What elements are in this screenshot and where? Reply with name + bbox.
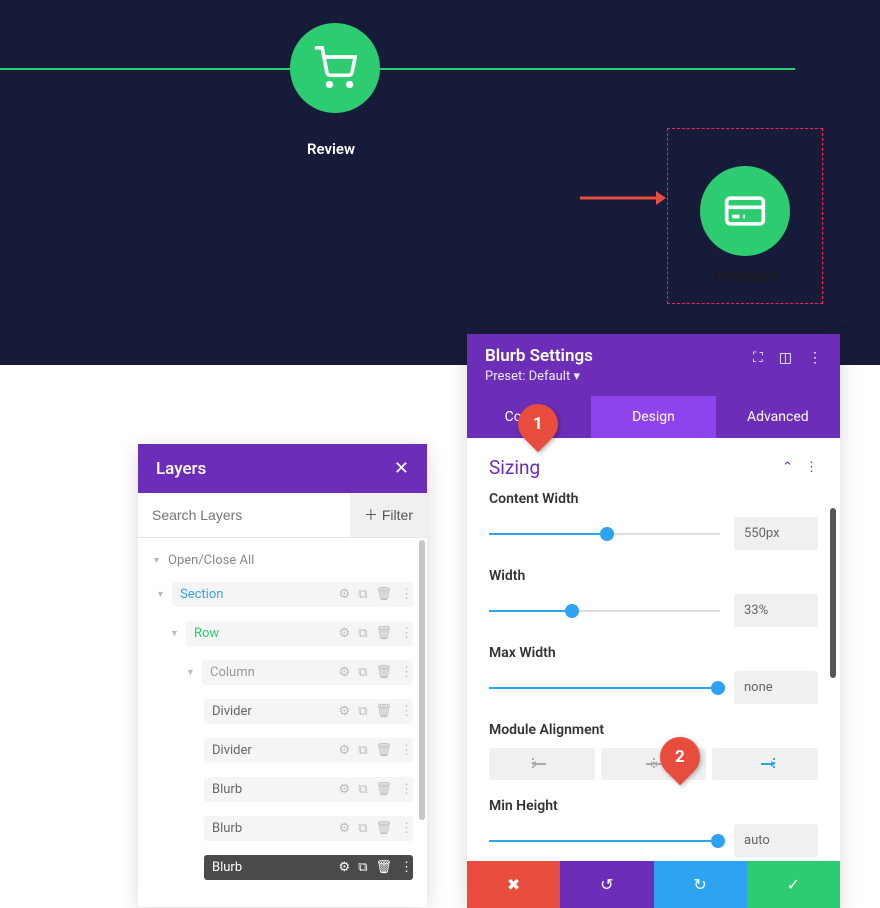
trash-icon[interactable]: 🗑 <box>375 782 392 797</box>
duplicate-icon[interactable]: ⧉ <box>358 626 367 641</box>
gear-icon[interactable]: ⚙ <box>339 704 351 719</box>
max-width-control: Max Width none <box>489 645 818 704</box>
selected-module-outline[interactable]: Checkout <box>667 128 823 304</box>
checkout-label: Checkout <box>713 267 777 285</box>
min-height-value[interactable]: auto <box>734 824 818 857</box>
duplicate-icon[interactable]: ⧉ <box>358 743 367 758</box>
trash-icon[interactable]: 🗑 <box>375 821 392 836</box>
trash-icon[interactable]: 🗑 <box>375 665 392 680</box>
gear-icon[interactable]: ⚙ <box>339 587 351 602</box>
tab-design[interactable]: Design <box>591 396 715 438</box>
page-dark-bg: Review Checkout <box>0 0 880 365</box>
chevron-up-icon[interactable]: ⌃ <box>782 460 793 475</box>
save-button[interactable]: ✓ <box>747 861 840 908</box>
duplicate-icon[interactable]: ⧉ <box>358 860 367 875</box>
duplicate-icon[interactable]: ⧉ <box>358 704 367 719</box>
snap-icon[interactable]: ◫ <box>779 350 792 366</box>
settings-title: Blurb Settings <box>485 346 593 366</box>
arrow-icon <box>580 188 666 208</box>
dots-icon[interactable]: ⋮ <box>400 860 413 875</box>
scrollbar[interactable] <box>419 540 425 820</box>
layer-blurb-active[interactable]: Blurb ⚙⧉🗑⋮ <box>146 848 419 887</box>
open-close-all[interactable]: ▼ Open/Close All <box>146 546 419 575</box>
duplicate-icon[interactable]: ⧉ <box>358 782 367 797</box>
undo-button[interactable]: ↺ <box>560 861 653 908</box>
tab-advanced[interactable]: Advanced <box>716 396 840 438</box>
layer-blurb[interactable]: Blurb ⚙⧉🗑⋮ <box>146 809 419 848</box>
gear-icon[interactable]: ⚙ <box>339 743 351 758</box>
settings-footer: ✖ ↺ ↻ ✓ <box>467 861 840 908</box>
min-height-slider[interactable] <box>489 840 720 842</box>
gear-icon[interactable]: ⚙ <box>339 782 351 797</box>
layer-section[interactable]: ▼ Section ⚙ ⧉ 🗑 ⋮ <box>146 575 419 614</box>
layers-panel: Layers ✕ ＋Filter ▼ Open/Close All ▼ Sect… <box>138 444 427 907</box>
dots-icon[interactable]: ⋮ <box>400 626 413 641</box>
gear-icon[interactable]: ⚙ <box>339 665 351 680</box>
layer-blurb[interactable]: Blurb ⚙⧉🗑⋮ <box>146 770 419 809</box>
gear-icon[interactable]: ⚙ <box>339 860 351 875</box>
trash-icon[interactable]: 🗑 <box>375 704 392 719</box>
dots-icon[interactable]: ⋮ <box>805 460 818 475</box>
duplicate-icon[interactable]: ⧉ <box>358 665 367 680</box>
content-width-slider[interactable] <box>489 533 720 535</box>
dots-icon[interactable]: ⋮ <box>400 665 413 680</box>
cart-icon <box>313 46 357 90</box>
layers-search-bar: ＋Filter <box>138 493 427 538</box>
duplicate-icon[interactable]: ⧉ <box>358 587 367 602</box>
dots-icon[interactable]: ⋮ <box>400 743 413 758</box>
dots-icon[interactable]: ⋮ <box>400 821 413 836</box>
layer-divider[interactable]: Divider ⚙⧉🗑⋮ <box>146 731 419 770</box>
dots-icon[interactable]: ⋮ <box>400 782 413 797</box>
expand-icon[interactable]: ⛶ <box>753 350 763 366</box>
min-height-control: Min Height auto <box>489 798 818 857</box>
layers-header: Layers ✕ <box>138 444 427 493</box>
review-label: Review <box>307 140 355 158</box>
dots-icon[interactable]: ⋮ <box>808 350 822 366</box>
layers-body: ▼ Open/Close All ▼ Section ⚙ ⧉ 🗑 ⋮ ▼ Row… <box>138 538 427 907</box>
close-icon[interactable]: ✕ <box>394 458 409 479</box>
width-control: Width 33% <box>489 568 818 627</box>
align-right-button[interactable] <box>712 748 818 780</box>
filter-button[interactable]: ＋Filter <box>350 493 427 537</box>
width-slider[interactable] <box>489 610 720 612</box>
content-width-value[interactable]: 550px <box>734 517 818 550</box>
trash-icon[interactable]: 🗑 <box>375 587 392 602</box>
settings-preset[interactable]: Preset: Default ▾ <box>485 369 593 384</box>
trash-icon[interactable]: 🗑 <box>375 743 392 758</box>
max-width-value[interactable]: none <box>734 671 818 704</box>
dots-icon[interactable]: ⋮ <box>400 587 413 602</box>
redo-button[interactable]: ↻ <box>654 861 747 908</box>
search-input[interactable] <box>138 493 350 537</box>
width-value[interactable]: 33% <box>734 594 818 627</box>
dots-icon[interactable]: ⋮ <box>400 704 413 719</box>
trash-icon[interactable]: 🗑 <box>375 626 392 641</box>
review-step-icon <box>290 23 380 113</box>
cancel-button[interactable]: ✖ <box>467 861 560 908</box>
checkout-step-icon <box>700 166 790 256</box>
duplicate-icon[interactable]: ⧉ <box>358 821 367 836</box>
content-width-control: Content Width 550px <box>489 491 818 550</box>
module-alignment-control: Module Alignment <box>489 722 818 780</box>
layer-divider[interactable]: Divider ⚙⧉🗑⋮ <box>146 692 419 731</box>
gear-icon[interactable]: ⚙ <box>339 626 351 641</box>
layer-column[interactable]: ▼ Column ⚙ ⧉ 🗑 ⋮ <box>146 653 419 692</box>
layers-title: Layers <box>156 459 206 479</box>
trash-icon[interactable]: 🗑 <box>375 860 392 875</box>
progress-line <box>0 68 795 70</box>
settings-body: Sizing ⌃ ⋮ Content Width 550px Width <box>467 438 840 857</box>
settings-header: Blurb Settings Preset: Default ▾ ⛶ ◫ ⋮ <box>467 334 840 396</box>
credit-card-icon <box>723 189 767 233</box>
layer-row[interactable]: ▼ Row ⚙ ⧉ 🗑 ⋮ <box>146 614 419 653</box>
sizing-section-header[interactable]: Sizing ⌃ ⋮ <box>489 456 818 479</box>
align-left-button[interactable] <box>489 748 595 780</box>
gear-icon[interactable]: ⚙ <box>339 821 351 836</box>
max-width-slider[interactable] <box>489 687 720 689</box>
scrollbar[interactable] <box>830 508 836 678</box>
